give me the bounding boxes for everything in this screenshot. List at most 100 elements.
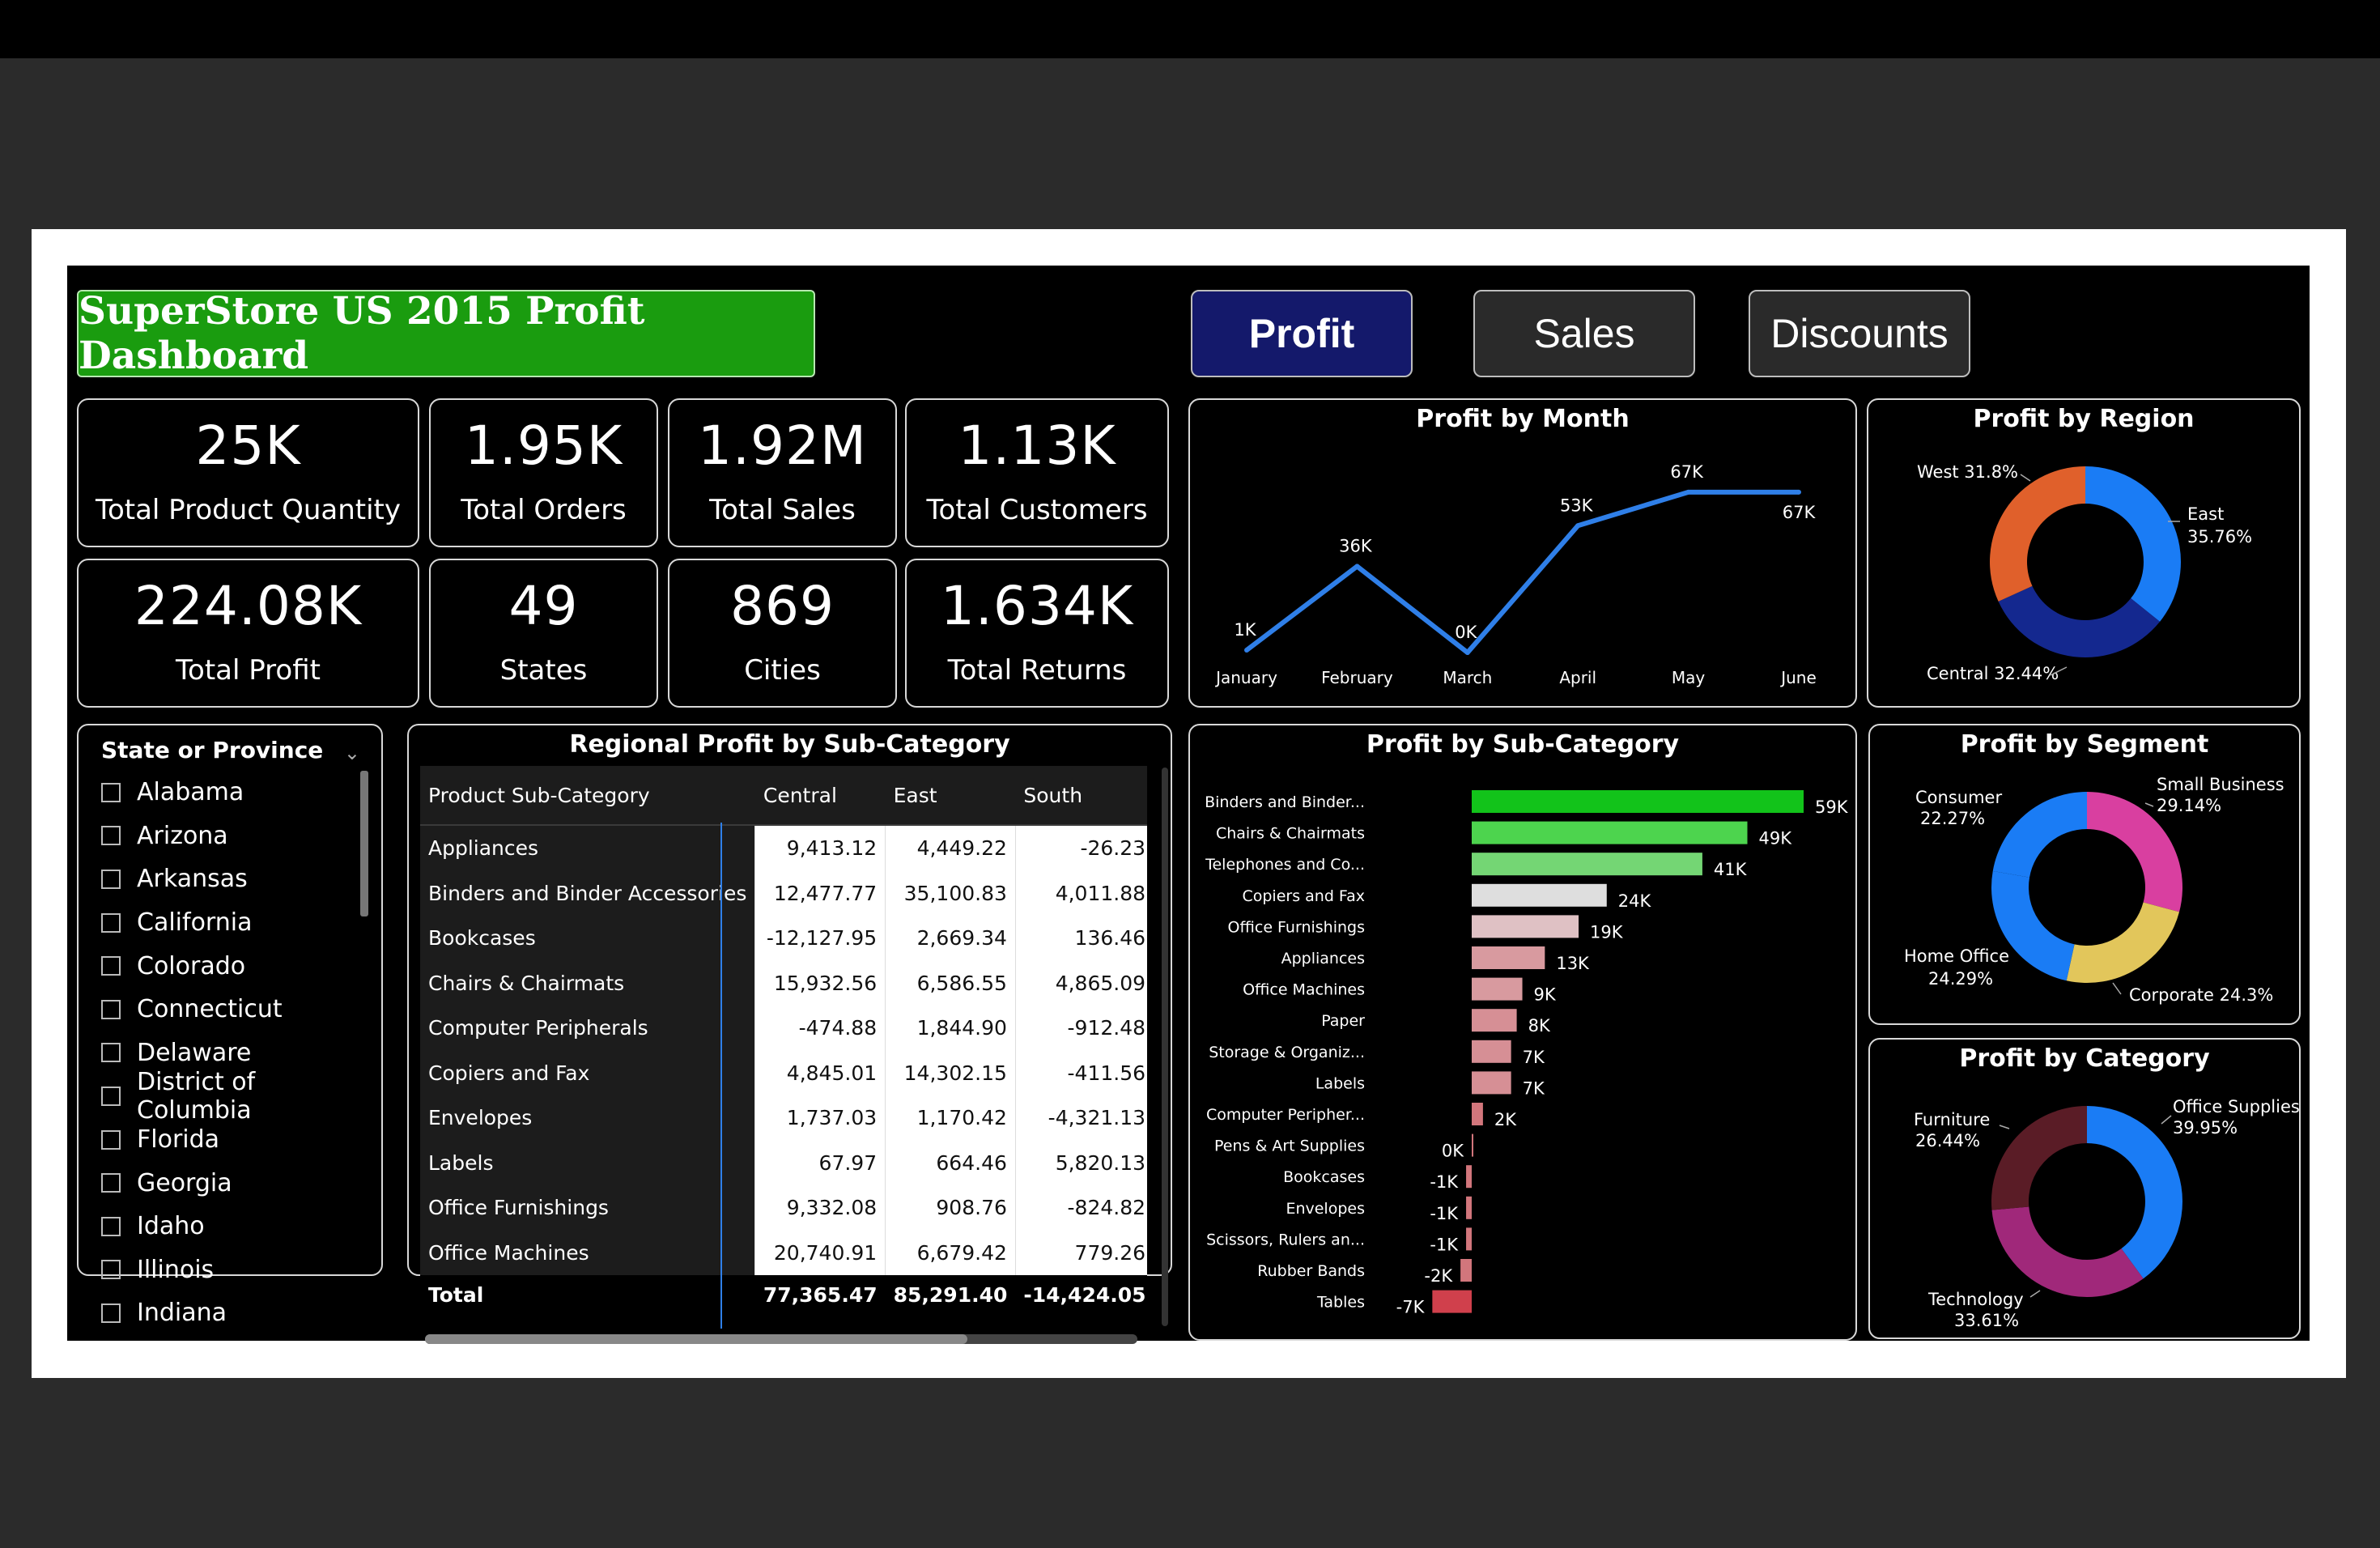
table-row[interactable]: Appliances9,413.124,449.22-26.23-1,241.2… <box>420 825 1147 871</box>
data-label: 0K <box>1455 623 1477 642</box>
slicer-item[interactable]: Arizona <box>101 814 349 858</box>
line-point[interactable] <box>1244 648 1249 653</box>
donut-slice[interactable] <box>1990 466 2085 602</box>
table-row[interactable]: Office Furnishings9,332.08908.76-824.829… <box>420 1185 1147 1231</box>
chevron-down-icon[interactable]: ⌄ <box>344 742 360 764</box>
bar[interactable] <box>1472 1009 1517 1032</box>
slicer-item-label: Georgia <box>137 1168 232 1197</box>
donut-slice[interactable] <box>1991 1106 2087 1210</box>
donut-slice[interactable] <box>2087 1106 2182 1279</box>
table-cell: 9,413.12 <box>754 825 886 871</box>
donut-slice[interactable] <box>1992 792 2087 878</box>
checkbox[interactable] <box>101 1260 121 1280</box>
checkbox[interactable] <box>101 1173 121 1193</box>
slicer-title: State or Province <box>101 737 324 763</box>
checkbox[interactable] <box>101 999 121 1019</box>
slicer-item[interactable]: Georgia <box>101 1161 349 1205</box>
slicer-item[interactable]: California <box>101 901 349 945</box>
table-cell: 67.97 <box>754 1140 886 1185</box>
donut-slice[interactable] <box>2085 466 2181 622</box>
bar[interactable] <box>1472 1040 1511 1063</box>
kpi-value: 1.634K <box>940 575 1134 637</box>
column-header[interactable]: Central <box>754 766 886 826</box>
profit-button[interactable]: Profit <box>1191 290 1413 377</box>
bar[interactable] <box>1472 821 1748 844</box>
bar[interactable] <box>1472 790 1804 813</box>
bar[interactable] <box>1466 1165 1472 1189</box>
table-cell: 908.76 <box>885 1185 1016 1231</box>
discounts-button[interactable]: Discounts <box>1749 290 1970 377</box>
table-row[interactable]: Computer Peripherals -474.88 1,844.90 -912.… <box>420 1006 1147 1051</box>
checkbox[interactable] <box>101 1303 121 1323</box>
slicer-item[interactable]: Indiana <box>101 1291 349 1335</box>
column-header[interactable]: East <box>885 766 1016 826</box>
bar[interactable] <box>1472 946 1545 969</box>
data-label: 2K <box>1494 1110 1517 1129</box>
donut-slice[interactable] <box>2066 902 2180 983</box>
table-row[interactable]: Copiers and Fax4,845.0114,302.15-411.565… <box>420 1050 1147 1095</box>
checkbox[interactable] <box>101 912 121 933</box>
slicer-item[interactable]: Colorado <box>101 944 349 988</box>
checkbox[interactable] <box>101 782 121 802</box>
matrix-hscroll-thumb[interactable] <box>425 1334 967 1344</box>
checkbox[interactable] <box>101 826 121 846</box>
checkbox[interactable] <box>101 1216 121 1236</box>
bar[interactable] <box>1472 977 1523 1001</box>
table-cell: -411.56 <box>1014 1050 1147 1095</box>
matrix-hscroll[interactable] <box>425 1334 1137 1344</box>
table-row[interactable]: Envelopes1,737.031,170.42-4,321.13219.27 <box>420 1095 1147 1141</box>
bar[interactable] <box>1472 853 1702 876</box>
bar[interactable] <box>1466 1227 1472 1251</box>
checkbox[interactable] <box>101 1086 121 1106</box>
bar[interactable] <box>1472 1133 1473 1157</box>
line-point[interactable] <box>1796 489 1801 495</box>
table-row[interactable]: Labels67.97664.465,820.13475.59 <box>420 1140 1147 1185</box>
kpi-card-total-orders: 1.95K Total Orders <box>429 398 658 547</box>
line-point[interactable] <box>1464 650 1470 655</box>
bar[interactable] <box>1432 1290 1472 1313</box>
bar[interactable] <box>1472 1071 1511 1095</box>
donut-slice[interactable] <box>1991 1206 2144 1297</box>
data-label: -2K <box>1424 1266 1453 1286</box>
category-label: Pens & Art Supplies <box>1214 1138 1365 1155</box>
table-row[interactable]: Binders and Binder Accessories 12,477.77 3… <box>420 870 1147 916</box>
profit-line[interactable] <box>1245 489 1799 655</box>
line-point[interactable] <box>1575 523 1581 529</box>
table-row[interactable]: Bookcases-12,127.952,669.34136.468,391.7… <box>420 916 1147 961</box>
slice-label: 33.61% <box>1954 1311 2019 1330</box>
category-label: Scissors, Rulers an... <box>1206 1231 1365 1248</box>
slicer-item[interactable]: District of Columbia <box>101 1068 349 1125</box>
line-point[interactable] <box>1685 489 1691 495</box>
table-cell: 35,100.83 <box>885 870 1016 916</box>
checkbox[interactable] <box>101 1043 121 1063</box>
category-label: Copiers and Fax <box>1242 887 1365 905</box>
slice-label: Furniture <box>1914 1110 1990 1129</box>
column-header[interactable]: South <box>1015 766 1147 826</box>
slicer-item[interactable]: Illinois <box>101 1248 349 1292</box>
slice-label: 29.14% <box>2157 796 2221 815</box>
bar[interactable] <box>1466 1196 1472 1219</box>
checkbox[interactable] <box>101 1129 121 1150</box>
line-point[interactable] <box>1354 563 1360 569</box>
data-label: 8K <box>1528 1016 1551 1036</box>
checkbox[interactable] <box>101 869 121 889</box>
slicer-scrollbar[interactable] <box>360 771 368 916</box>
row-label: Appliances <box>420 825 755 871</box>
matrix-vscroll[interactable] <box>1162 768 1168 1326</box>
slicer-item[interactable]: Idaho <box>101 1205 349 1248</box>
column-header[interactable]: Product Sub-Category <box>420 766 755 826</box>
bar[interactable] <box>1472 1103 1483 1125</box>
kpi-card-total-profit: 224.08K Total Profit <box>77 559 419 708</box>
slice-label: 26.44% <box>1915 1131 1980 1150</box>
bar[interactable] <box>1460 1259 1472 1282</box>
table-row[interactable]: Office Machines20,740.916,679.42779.26-1… <box>420 1230 1147 1275</box>
kpi-value: 49 <box>508 575 579 637</box>
sales-button[interactable]: Sales <box>1473 290 1695 377</box>
checkbox[interactable] <box>101 956 121 976</box>
bar[interactable] <box>1472 883 1607 907</box>
slicer-item[interactable]: Alabama <box>101 771 349 814</box>
table-row[interactable]: Chairs & Chairmats 15,932.56 6,586.55 4,865… <box>420 960 1147 1006</box>
slicer-item[interactable]: Arkansas <box>101 857 349 901</box>
bar[interactable] <box>1472 915 1579 938</box>
slicer-item[interactable]: Connecticut <box>101 988 349 1031</box>
